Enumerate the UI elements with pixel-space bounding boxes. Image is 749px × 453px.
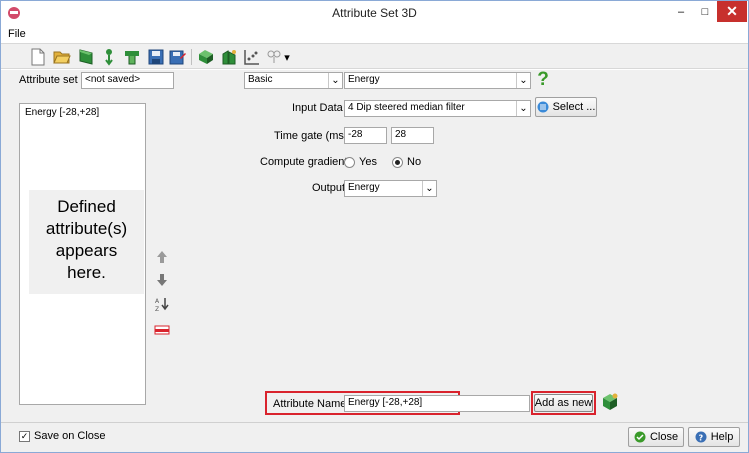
time-gate-label: Time gate (ms) xyxy=(274,130,348,142)
close-window-button[interactable]: ✕ xyxy=(717,1,747,22)
callout-line: Defined xyxy=(57,197,116,216)
auto-load-icon[interactable] xyxy=(220,48,238,66)
chevron-down-icon: ⌄ xyxy=(516,73,530,88)
attribute-set-field[interactable]: <not saved> xyxy=(81,72,174,89)
toolbar: ▾ xyxy=(1,43,748,69)
attribute-name-field[interactable]: Energy [-28,+28] xyxy=(344,395,530,412)
gradient-yes-label: Yes xyxy=(359,156,377,168)
save-as-icon[interactable] xyxy=(169,48,187,66)
category-combo[interactable]: Basic ⌄ xyxy=(244,72,343,89)
add-as-new-button[interactable]: Add as new xyxy=(534,394,593,412)
close-button-label: Close xyxy=(649,431,679,443)
add-attribute-icon[interactable] xyxy=(600,392,620,412)
compute-gradient-label: Compute gradient xyxy=(260,156,348,168)
input-data-value: 4 Dip steered median filter xyxy=(348,102,465,113)
open-icon[interactable] xyxy=(53,48,71,66)
time-gate-start-field[interactable]: -28 xyxy=(344,127,387,144)
save-icon[interactable] xyxy=(147,48,165,66)
move-up-icon[interactable] xyxy=(153,248,171,266)
help-circle-icon: ? xyxy=(695,431,707,443)
attribute-type-combo[interactable]: Energy ⌄ xyxy=(344,72,531,89)
save-on-close-checkbox[interactable]: ✓ xyxy=(19,431,30,442)
title-bar: Attribute Set 3D – □ ✕ xyxy=(1,1,748,26)
output-combo[interactable]: Energy ⌄ xyxy=(344,180,437,197)
cross-plot-icon[interactable] xyxy=(243,48,261,66)
import-other-icon[interactable] xyxy=(123,48,141,66)
input-data-label: Input Data xyxy=(292,102,343,114)
time-gate-stop-field[interactable]: 28 xyxy=(391,127,434,144)
new-icon[interactable] xyxy=(29,48,47,66)
menu-file[interactable]: File xyxy=(8,28,26,40)
help-question-icon[interactable]: ? xyxy=(535,69,551,91)
category-combo-value: Basic xyxy=(248,74,273,85)
chevron-down-icon: ⌄ xyxy=(422,181,436,196)
gradient-no-radio[interactable] xyxy=(392,157,403,168)
callout-line: here. xyxy=(67,263,106,282)
import-steering-icon[interactable] xyxy=(100,48,118,66)
help-button[interactable]: ? Help xyxy=(688,427,740,447)
close-button[interactable]: Close xyxy=(628,427,684,447)
check-circle-icon xyxy=(634,431,646,443)
select-button[interactable]: Select ... xyxy=(535,97,597,117)
chevron-down-icon: ⌄ xyxy=(516,101,530,116)
maximize-button[interactable]: □ xyxy=(693,1,717,22)
select-button-label: Select ... xyxy=(552,101,596,113)
gradient-no-label: No xyxy=(407,156,422,168)
chevron-down-icon: ⌄ xyxy=(328,73,342,88)
list-item[interactable]: Energy [-28,+28] xyxy=(25,107,99,118)
callout-line: attribute(s) xyxy=(45,219,128,238)
placeholder-callout: Defined attribute(s) appears here. xyxy=(29,190,144,294)
attribute-set-label: Attribute set xyxy=(19,74,78,86)
svg-text:?: ? xyxy=(698,434,703,443)
save-on-close-label: Save on Close xyxy=(34,430,106,442)
help-button-label: Help xyxy=(710,431,734,443)
window-title: Attribute Set 3D xyxy=(332,6,417,20)
toolbar-dropdown-icon[interactable]: ▾ xyxy=(282,48,292,66)
output-label: Output xyxy=(312,182,346,194)
minimize-button[interactable]: – xyxy=(669,1,693,22)
toolbar-separator xyxy=(191,49,192,65)
sort-icon[interactable]: AZ xyxy=(153,295,171,313)
import-icon[interactable] xyxy=(77,48,95,66)
remove-icon[interactable] xyxy=(153,321,171,339)
attribute-type-value: Energy xyxy=(348,74,380,85)
callout-line: appears xyxy=(55,241,118,260)
svg-text:A: A xyxy=(155,298,160,305)
input-data-combo[interactable]: 4 Dip steered median filter ⌄ xyxy=(344,100,531,117)
menu-bar: File xyxy=(1,26,748,42)
move-down-icon[interactable] xyxy=(153,271,171,289)
evaluate-icon[interactable] xyxy=(197,48,215,66)
database-icon xyxy=(537,101,549,113)
output-value: Energy xyxy=(348,182,380,193)
attribute-name-label: Attribute Name xyxy=(273,398,347,410)
attribute-set-window: Attribute Set 3D – □ ✕ File ▾ Attribute … xyxy=(0,0,749,453)
more-tools-icon[interactable] xyxy=(265,48,283,66)
svg-text:Z: Z xyxy=(155,306,159,312)
gradient-yes-radio[interactable] xyxy=(344,157,355,168)
